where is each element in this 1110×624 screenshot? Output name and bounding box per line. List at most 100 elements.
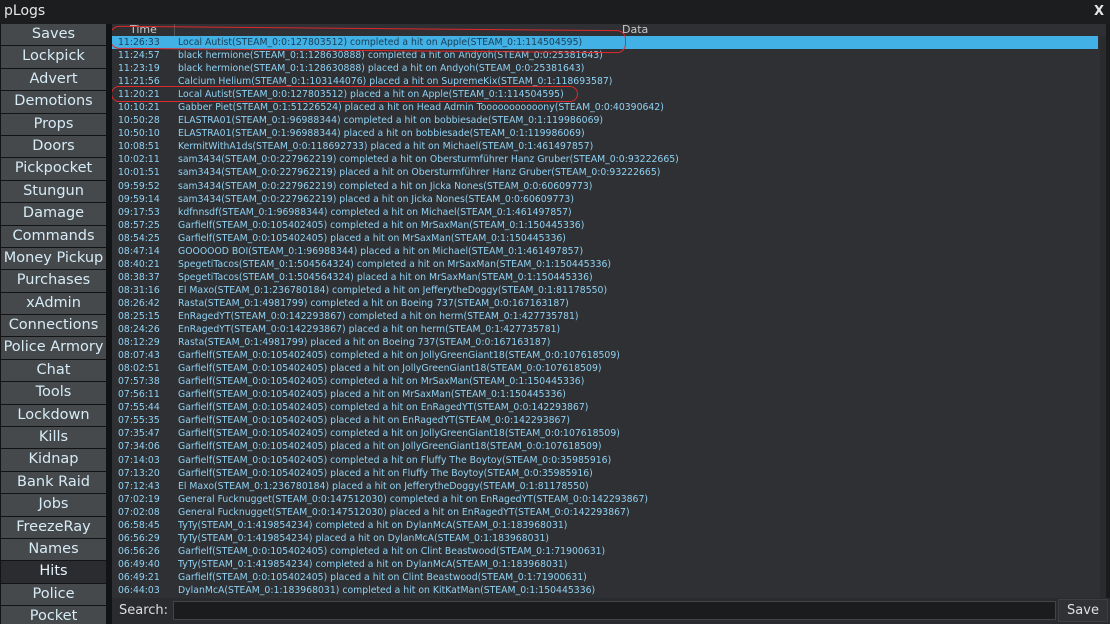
table-row[interactable]: 06:56:26 Garfielf(STEAM_0:0:105402405) co… bbox=[112, 545, 1098, 558]
table-row[interactable]: 10:01:51 sam3434(STEAM_0:0:227962219) pla… bbox=[112, 166, 1098, 179]
sidebar-item-bank-raid[interactable]: Bank Raid bbox=[1, 471, 106, 494]
sidebar-item-kills[interactable]: Kills bbox=[1, 427, 106, 449]
table-row[interactable]: 08:07:43 Garfielf(STEAM_0:0:105402405) co… bbox=[112, 349, 1098, 362]
table-row[interactable]: 08:38:37 SpegetiTacos(STEAM_0:1:504564324… bbox=[112, 271, 1098, 284]
close-icon[interactable]: X bbox=[1094, 4, 1104, 19]
table-row[interactable]: 10:50:28 ELASTRA01(STEAM_0:1:96988344) co… bbox=[112, 114, 1098, 127]
table-row[interactable]: 08:31:16 El Maxo(STEAM_0:1:236780184) com… bbox=[112, 284, 1098, 297]
table-row[interactable]: 08:40:21 SpegetiTacos(STEAM_0:1:504564324… bbox=[112, 258, 1098, 271]
table-row[interactable]: 09:59:14 sam3434(STEAM_0:0:227962219) pla… bbox=[112, 193, 1098, 206]
sidebar-item-tools[interactable]: Tools bbox=[1, 382, 106, 404]
table-row[interactable]: 08:02:51 Garfielf(STEAM_0:0:105402405) pl… bbox=[112, 362, 1098, 375]
table-row[interactable]: 10:08:51 KermitWithA1ds(STEAM_0:0:1186927… bbox=[112, 140, 1098, 153]
scrollbar[interactable] bbox=[1100, 36, 1106, 598]
sidebar-item-connections[interactable]: Connections bbox=[1, 315, 106, 337]
table-row[interactable]: 10:02:11 sam3434(STEAM_0:0:227962219) com… bbox=[112, 153, 1098, 166]
table-row[interactable]: 06:49:21 Garfielf(STEAM_0:0:105402405) pl… bbox=[112, 571, 1098, 584]
column-header-data[interactable]: Data bbox=[622, 24, 648, 36]
sidebar-item-jobs[interactable]: Jobs bbox=[1, 494, 106, 516]
row-data: Garfielf(STEAM_0:0:105402405) placed a h… bbox=[178, 363, 602, 375]
row-time: 10:10:21 bbox=[118, 102, 160, 114]
sidebar-item-police[interactable]: Police bbox=[1, 583, 106, 606]
row-data: DylanMcA(STEAM_0:1:183968031) completed … bbox=[178, 584, 596, 596]
table-row[interactable]: 09:17:53 kdfnnsdf(STEAM_0:1:96988344) com… bbox=[112, 206, 1098, 219]
sidebar-item-pickpocket[interactable]: Pickpocket bbox=[1, 158, 106, 180]
table-row[interactable]: 11:26:33 Local Autist(STEAM_0:0:127803512… bbox=[112, 36, 1098, 50]
sidebar-item-xadmin[interactable]: xAdmin bbox=[1, 292, 106, 315]
table-row[interactable]: 07:14:03 Garfielf(STEAM_0:0:105402405) co… bbox=[112, 454, 1098, 467]
table-row[interactable]: 06:58:45 TyTy(STEAM_0:1:419854234) comple… bbox=[112, 519, 1098, 532]
sidebar-item-damage[interactable]: Damage bbox=[1, 203, 106, 225]
table-row[interactable]: 10:10:21 Gabber Piet(STEAM_0:1:51226524) … bbox=[112, 101, 1098, 114]
sidebar-item-saves[interactable]: Saves bbox=[1, 24, 106, 46]
table-row[interactable]: 07:35:47 Garfielf(STEAM_0:0:105402405) co… bbox=[112, 427, 1098, 440]
table-row[interactable]: 07:57:38 Garfielf(STEAM_0:0:105402405) co… bbox=[112, 375, 1098, 388]
sidebar-item-props[interactable]: Props bbox=[1, 113, 106, 135]
table-row[interactable]: 07:55:44 Garfielf(STEAM_0:0:105402405) co… bbox=[112, 401, 1098, 414]
table-row[interactable]: 11:20:21 Local Autist(STEAM_0:0:127803512… bbox=[112, 88, 1098, 101]
sidebar-item-advert[interactable]: Advert bbox=[1, 68, 106, 91]
row-data: sam3434(STEAM_0:0:227962219) completed a… bbox=[178, 180, 593, 192]
save-button[interactable]: Save bbox=[1058, 599, 1108, 622]
column-divider[interactable] bbox=[174, 24, 175, 36]
row-time: 06:58:45 bbox=[118, 519, 160, 531]
table-row[interactable]: 06:56:29 TyTy(STEAM_0:1:419854234) placed… bbox=[112, 532, 1098, 545]
table-row[interactable]: 08:26:42 Rasta(STEAM_0:1:4981799) complet… bbox=[112, 297, 1098, 310]
table-row[interactable]: 08:54:25 Garfielf(STEAM_0:0:105402405) pl… bbox=[112, 232, 1098, 245]
row-data: General Fucknugget(STEAM_0:0:147512030) … bbox=[178, 506, 630, 518]
table-row[interactable]: 07:34:06 Garfielf(STEAM_0:0:105402405) pl… bbox=[112, 440, 1098, 453]
sidebar-item-hits[interactable]: Hits bbox=[1, 561, 106, 583]
row-time: 09:59:52 bbox=[118, 180, 160, 192]
sidebar-item-names[interactable]: Names bbox=[1, 538, 106, 561]
sidebar-item-money-pickup[interactable]: Money Pickup bbox=[1, 247, 106, 270]
row-data: TyTy(STEAM_0:1:419854234) completed a hi… bbox=[178, 558, 568, 570]
sidebar-item-lockdown[interactable]: Lockdown bbox=[1, 404, 106, 427]
sidebar-item-freezeray[interactable]: FreezeRay bbox=[1, 516, 106, 538]
table-row[interactable]: 07:55:35 Garfielf(STEAM_0:0:105402405) pl… bbox=[112, 414, 1098, 427]
table-row[interactable]: 07:02:19 General Fucknugget(STEAM_0:0:147… bbox=[112, 493, 1098, 506]
row-data: ELASTRA01(STEAM_0:1:96988344) completed … bbox=[178, 115, 604, 127]
sidebar-item-commands[interactable]: Commands bbox=[1, 225, 106, 247]
table-row[interactable]: 08:25:15 EnRagedYT(STEAM_0:0:142293867) c… bbox=[112, 310, 1098, 323]
row-time: 06:56:29 bbox=[118, 532, 160, 544]
table-row[interactable]: 06:44:03 DylanMcA(STEAM_0:1:183968031) co… bbox=[112, 584, 1098, 597]
table-row[interactable]: 11:23:19 black hermione(STEAM_0:1:1286308… bbox=[112, 62, 1098, 75]
row-time: 11:20:21 bbox=[118, 89, 160, 101]
sidebar-item-chat[interactable]: Chat bbox=[1, 359, 106, 382]
row-data: Garfielf(STEAM_0:0:105402405) completed … bbox=[178, 454, 612, 466]
sidebar-item-stungun[interactable]: Stungun bbox=[1, 180, 106, 203]
table-row[interactable]: 10:50:10 ELASTRA01(STEAM_0:1:96988344) pl… bbox=[112, 127, 1098, 140]
table-row[interactable]: 06:49:40 TyTy(STEAM_0:1:419854234) comple… bbox=[112, 558, 1098, 571]
table-row[interactable]: 07:56:11 Garfielf(STEAM_0:0:105402405) pl… bbox=[112, 388, 1098, 401]
column-header-time[interactable]: Time bbox=[130, 24, 157, 36]
table-row[interactable]: 09:59:52 sam3434(STEAM_0:0:227962219) com… bbox=[112, 180, 1098, 193]
row-data: TyTy(STEAM_0:1:419854234) placed a hit o… bbox=[178, 532, 550, 544]
row-time: 10:08:51 bbox=[118, 141, 160, 153]
row-time: 11:26:33 bbox=[118, 37, 160, 48]
search-input[interactable] bbox=[173, 601, 1056, 620]
sidebar-item-doors[interactable]: Doors bbox=[1, 135, 106, 158]
row-time: 07:13:20 bbox=[118, 467, 160, 479]
sidebar-item-police-armory[interactable]: Police Armory bbox=[1, 337, 106, 359]
row-time: 08:57:25 bbox=[118, 219, 160, 231]
row-time: 08:26:42 bbox=[118, 297, 160, 309]
sidebar-item-lockpick[interactable]: Lockpick bbox=[1, 46, 106, 68]
sidebar-item-purchases[interactable]: Purchases bbox=[1, 270, 106, 292]
table-row[interactable]: 11:24:57 black hermione(STEAM_0:1:1286308… bbox=[112, 49, 1098, 62]
table-row[interactable]: 11:21:56 Calcium Helium(STEAM_0:1:1031440… bbox=[112, 75, 1098, 88]
table-row[interactable]: 08:47:14 GOOOOOD BOI(STEAM_0:1:96988344) … bbox=[112, 245, 1098, 258]
table-row[interactable]: 07:12:43 El Maxo(STEAM_0:1:236780184) pla… bbox=[112, 480, 1098, 493]
row-data: El Maxo(STEAM_0:1:236780184) placed a hi… bbox=[178, 480, 589, 492]
table-row[interactable]: 07:02:08 General Fucknugget(STEAM_0:0:147… bbox=[112, 506, 1098, 519]
sidebar-item-pocket[interactable]: Pocket bbox=[1, 606, 106, 624]
row-time: 11:24:57 bbox=[118, 50, 160, 62]
table-row[interactable]: 08:57:25 Garfielf(STEAM_0:0:105402405) co… bbox=[112, 219, 1098, 232]
row-data: sam3434(STEAM_0:0:227962219) placed a hi… bbox=[178, 167, 661, 179]
row-time: 09:59:14 bbox=[118, 193, 160, 205]
table-row[interactable]: 08:24:26 EnRagedYT(STEAM_0:0:142293867) p… bbox=[112, 323, 1098, 336]
table-row[interactable]: 07:13:20 Garfielf(STEAM_0:0:105402405) pl… bbox=[112, 467, 1098, 480]
table-row[interactable]: 08:12:29 Rasta(STEAM_0:1:4981799) placed … bbox=[112, 336, 1098, 349]
sidebar-item-kidnap[interactable]: Kidnap bbox=[1, 449, 106, 471]
row-time: 07:34:06 bbox=[118, 441, 160, 453]
sidebar-item-demotions[interactable]: Demotions bbox=[1, 91, 106, 113]
